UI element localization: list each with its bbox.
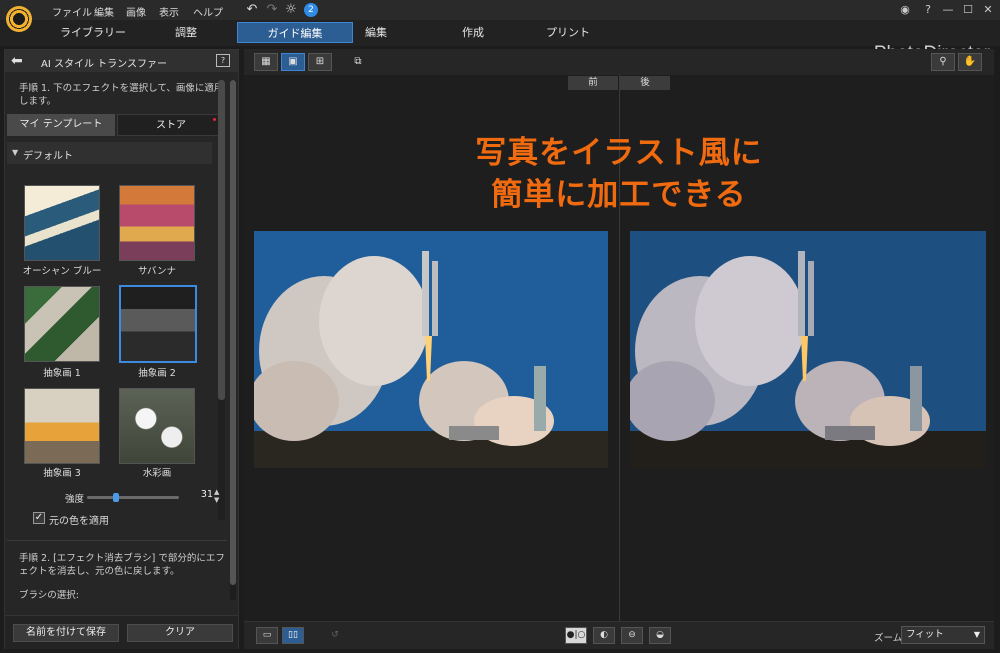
tab-store-label: ストア [156,120,186,131]
group-header[interactable]: ▼ デフォルト [7,142,212,164]
new-indicator-icon [213,118,216,121]
gear-icon[interactable]: ☼ [283,2,299,18]
step2-instruction: 手順 2. [エフェクト消去ブラシ] で部分的にエフェクトを消去し、元の色に戻し… [19,553,225,577]
caption-line-2: 簡単に加工できる [491,177,747,213]
template-label: オーシャン ブルー [22,266,102,277]
apply-original-color-checkbox[interactable]: ✓ [33,512,45,524]
account-icon[interactable]: ◉ [897,2,913,18]
strength-spinner-icon[interactable]: ▲ ▼ [214,488,223,504]
templates-scrollbar[interactable] [218,80,225,520]
scrollbar-thumb[interactable] [218,80,225,400]
tab-my-templates[interactable]: マイ テンプレート [7,114,115,136]
back-arrow-icon[interactable]: ⬅ [11,53,29,69]
template-label: 抽象画 2 [138,368,176,379]
bottom-toolbar: ▭ ▯▯ ↺ ●|○ ◐ ⊖ ◒ ズーム: フィット ▼ [244,621,994,649]
browser-view-icon[interactable]: ▦ [254,53,278,71]
single-layout-icon[interactable]: ▭ [256,627,278,644]
zoom-value: フィット [906,629,944,640]
after-label: 後 [620,76,670,90]
save-as-button[interactable]: 名前を付けて保存 [13,624,119,642]
strength-value[interactable]: 31 [185,489,213,503]
template-label: サバンナ [137,266,177,277]
panel-title: AI スタイル トランスファー [41,59,167,70]
caption-line-1: 写真をイラスト風に [475,135,763,171]
after-photo [630,231,986,468]
before-label: 前 [568,76,618,90]
before-photo [254,231,608,468]
menu-image[interactable]: 画像 [126,4,146,19]
caret-down-icon: ▼ [12,148,19,157]
top-bottom-icon[interactable]: ⊖ [621,627,643,644]
template-ocean-blue[interactable] [24,185,100,261]
view-toolbar: ▦ ▣ ⊞ ⧉ ⚲ ✋ [244,49,994,75]
tab-store[interactable]: ストア [117,114,225,136]
grid-view-icon[interactable]: ⊞ [308,53,332,71]
maximize-icon[interactable]: ☐ [960,2,976,18]
strength-slider[interactable] [87,493,179,502]
chevron-down-icon: ▼ [973,630,980,639]
magnifier-icon[interactable]: ⚲ [931,53,955,71]
left-panel: ⬅ AI スタイル トランスファー ? 手順 1. 下のエフェクトを選択して、画… [4,49,239,649]
tab-adjust[interactable]: 調整 [128,22,244,43]
help-icon[interactable]: ? [216,54,230,67]
notification-badge[interactable]: 2 [304,3,318,17]
strength-label: 強度 [65,494,85,505]
divider [7,540,227,541]
step1-instruction: 手順 1. 下のエフェクトを選択して、画像に適用します。 [19,83,224,107]
module-tabs: ライブラリー 調整 ガイド編集 編集 作成 プリント PhotoDirector [0,20,1000,64]
split-compare-icon[interactable]: ●|○ [565,627,587,644]
overlay-compare-icon[interactable]: ◒ [649,627,671,644]
menu-file[interactable]: ファイル [52,4,92,19]
reset-icon[interactable]: ↺ [324,627,346,644]
template-label: 抽象画 1 [43,368,81,379]
side-by-side-icon[interactable]: ◐ [593,627,615,644]
menu-edit[interactable]: 編集 [94,4,114,19]
panel-footer: 名前を付けて保存 クリア [5,615,238,649]
strength-slider-knob[interactable] [112,493,119,502]
menu-bar: ファイル 編集 画像 表示 ヘルプ ↶ ↷ ☼ 2 ◉ ? — ☐ ✕ [0,0,1000,20]
clear-button[interactable]: クリア [127,624,233,642]
zoom-dropdown[interactable]: フィット ▼ [901,626,985,644]
template-abstract-3[interactable] [24,388,100,464]
app-logo[interactable] [6,6,32,32]
undo-icon[interactable]: ↶ [244,2,260,18]
template-label: 抽象画 3 [43,468,81,479]
minimize-icon[interactable]: — [940,2,956,18]
template-savanna[interactable] [119,185,195,261]
menu-help[interactable]: ヘルプ [193,4,223,19]
scrollbar-thumb[interactable] [230,80,236,585]
compare-layout-icon[interactable]: ▯▯ [282,627,304,644]
template-abstract-2[interactable] [119,285,197,363]
brush-select-label: ブラシの選択: [19,590,80,601]
single-view-icon[interactable]: ▣ [281,53,305,71]
tab-print[interactable]: プリント [510,22,626,43]
hand-icon[interactable]: ✋ [958,53,982,71]
group-label: デフォルト [23,151,73,162]
panel-scrollbar[interactable] [230,80,236,600]
compare-icon[interactable]: ⧉ [346,53,370,71]
template-abstract-1[interactable] [24,286,100,362]
help-icon[interactable]: ? [920,2,936,18]
redo-icon[interactable]: ↷ [264,2,280,18]
panel-header: ⬅ AI スタイル トランスファー ? [5,50,238,72]
apply-original-color-label: 元の色を適用 [49,516,109,527]
template-watercolor[interactable] [119,388,195,464]
template-label: 水彩画 [142,468,172,479]
close-icon[interactable]: ✕ [980,2,996,18]
photo-canvas[interactable]: 前 後 写真をイラスト風に 簡単に加工できる [244,75,994,621]
menu-view[interactable]: 表示 [159,4,179,19]
